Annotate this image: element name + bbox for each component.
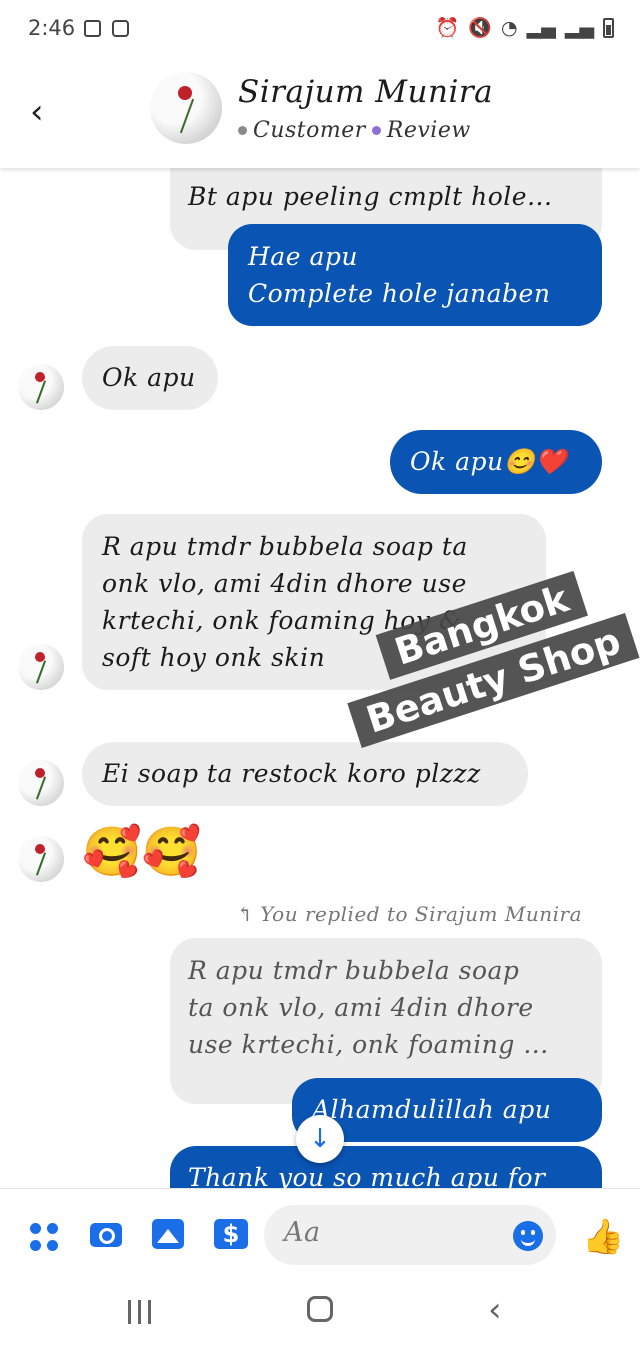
label-customer: Customer	[253, 118, 366, 143]
system-nav-bar: ‹	[0, 1280, 640, 1351]
emoji-icon[interactable]	[513, 1221, 543, 1251]
quoted-text: R apu tmdr bubbela soap	[188, 956, 520, 985]
message-text: Ok apu😊❤️	[410, 447, 567, 476]
message-bubble[interactable]: Ok apu😊❤️	[390, 430, 602, 494]
message-text: Hae apu	[248, 242, 358, 271]
battery-icon	[603, 18, 614, 38]
back-icon: ‹	[488, 1290, 502, 1330]
payment-icon[interactable]: $	[214, 1219, 248, 1249]
message-bubble[interactable]: Thank you so much apu for	[170, 1146, 602, 1188]
arrow-down-icon: ↓	[309, 1124, 331, 1154]
contact-labels: Customer Review	[238, 118, 471, 143]
status-icons: ⏰ 🔇 ◔ ▂▄ ▂▄	[436, 17, 614, 39]
rose-image	[178, 86, 192, 100]
system-back-button[interactable]: ‹	[488, 1290, 502, 1330]
contact-name[interactable]: Sirajum Munira	[238, 74, 493, 110]
quoted-text: use krtechi, onk foaming ...	[188, 1030, 549, 1059]
camera-icon[interactable]	[90, 1223, 122, 1247]
chat-header: ‹ Sirajum Munira Customer Review	[0, 62, 640, 168]
rose-stem	[35, 380, 47, 404]
back-arrow-icon: ‹	[30, 92, 44, 132]
message-text: Bt apu peeling cmplt hole...	[188, 182, 553, 211]
gallery-notification-icon	[84, 20, 101, 37]
status-bar: 2:46 ⏰ 🔇 ◔ ▂▄ ▂▄	[0, 0, 640, 62]
more-actions-icon[interactable]	[30, 1223, 60, 1253]
message-text: Thank you so much apu for	[188, 1163, 546, 1188]
back-button[interactable]: ‹	[30, 92, 60, 132]
message-bubble[interactable]: Hae apu Complete hole janaben	[228, 224, 602, 326]
gallery-icon[interactable]	[152, 1219, 184, 1249]
quoted-text: ta onk vlo, ami 4din dhore	[188, 993, 534, 1022]
sender-avatar[interactable]	[18, 760, 64, 806]
input-placeholder: Aa	[284, 1217, 321, 1248]
recent-apps-button[interactable]	[128, 1300, 154, 1324]
sender-avatar[interactable]	[18, 364, 64, 410]
rose-stem	[35, 660, 47, 684]
like-icon[interactable]: 👍	[582, 1217, 624, 1257]
message-text: onk vlo, ami 4din dhore use	[102, 569, 467, 598]
reply-indicator: ↰ You replied to Sirajum Munira	[236, 902, 582, 926]
label-review: Review	[386, 118, 471, 143]
status-time: 2:46	[28, 16, 76, 40]
message-text: Complete hole janaben	[248, 279, 551, 308]
reply-arrow-icon: ↰	[236, 902, 254, 926]
label-dot	[238, 126, 247, 135]
alarm-icon: ⏰	[435, 17, 460, 39]
sender-avatar[interactable]	[18, 836, 64, 882]
scroll-to-bottom-button[interactable]: ↓	[296, 1115, 344, 1163]
signal-icon-2: ▂▄	[564, 17, 594, 39]
app-notification-icon	[112, 20, 129, 37]
message-text: R apu tmdr bubbela soap ta	[102, 532, 468, 561]
wifi-icon: ◔	[500, 17, 518, 39]
rose-stem	[35, 852, 47, 876]
message-bubble[interactable]: Ei soap ta restock koro plzzz	[82, 742, 528, 806]
mute-icon: 🔇	[468, 17, 492, 39]
signal-icon: ▂▄	[526, 17, 556, 39]
message-text: Alhamdulillah apu	[312, 1095, 552, 1124]
sender-avatar[interactable]	[18, 644, 64, 690]
reply-label: You replied to Sirajum Munira	[260, 902, 582, 926]
contact-avatar[interactable]	[150, 72, 222, 144]
rose-stem	[35, 776, 47, 800]
emoji-message[interactable]: 🥰🥰	[82, 822, 202, 882]
rose-stem	[179, 98, 195, 134]
home-button[interactable]	[307, 1296, 333, 1322]
label-dot	[371, 126, 381, 135]
message-text: Ok apu	[102, 363, 196, 392]
message-text: Ei soap ta restock koro plzzz	[102, 759, 481, 788]
message-bubble[interactable]: Ok apu	[82, 346, 218, 410]
message-composer: $ Aa 👍	[0, 1188, 640, 1281]
